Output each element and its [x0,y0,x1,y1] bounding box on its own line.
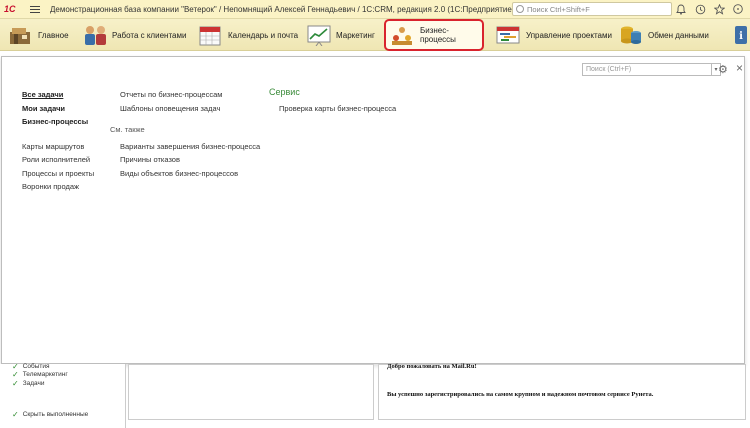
window-title: Демонстрационная база компании "Ветерок"… [50,4,515,14]
business-process-icon [390,24,414,46]
panel-search-input[interactable]: Поиск (Ctrl+F) ▾ [582,63,721,76]
check-icon: ✓ [12,410,19,419]
link-my-tasks[interactable]: Мои задачи [22,104,65,113]
section-projects-label: Управление проектами [526,30,612,40]
history-icon[interactable] [694,2,706,16]
check-icon: ✓ [12,379,19,388]
section-main[interactable]: Главное [8,21,69,49]
email-body: Вы успешно зарегистрировались на самом к… [387,391,654,398]
link-bp-completion-variants[interactable]: Варианты завершения бизнес-процесса [120,142,260,151]
background-email-preview: Добро пожаловать на Mail.Ru! Вы успешно … [378,363,746,420]
sections-panel: Главное Работа с клиентами Календарь и п… [0,19,750,51]
global-search-input[interactable]: Поиск Ctrl+Shift+F [512,2,672,16]
close-icon[interactable]: × [736,61,743,75]
check-icon: ✓ [12,370,19,379]
info-icon: i [734,24,748,46]
main-icon [8,24,32,46]
business-processes-panel: Поиск (Ctrl+F) ▾ ⚙ × Все задачи Мои зада… [1,56,745,364]
filter-telemarketing-label: Телемаркетинг [22,371,68,378]
clients-icon [82,24,106,46]
link-processes-and-projects[interactable]: Процессы и проекты [22,169,94,178]
link-executor-roles[interactable]: Роли исполнителей [22,155,90,164]
section-main-label: Главное [38,30,69,40]
link-all-tasks[interactable]: Все задачи [22,90,63,99]
marketing-icon [306,24,331,47]
filter-events-label: События [22,363,50,370]
search-icon [516,5,524,13]
section-projects[interactable]: Управление проектами [496,21,612,49]
link-refusal-reasons[interactable]: Причины отказов [120,155,180,164]
title-bar: 1С Демонстрационная база компании "Ветер… [0,0,750,19]
filter-hide-completed-label: Скрыть выполненные [22,411,89,418]
filter-hide-completed[interactable]: ✓ Скрыть выполненные [12,410,88,419]
filter-telemarketing[interactable]: ✓ Телемаркетинг [12,370,68,379]
link-business-processes[interactable]: Бизнес-процессы [22,117,88,126]
section-more[interactable]: i [734,21,750,49]
filter-tasks-label: Задачи [22,380,45,387]
global-search-placeholder: Поиск Ctrl+Shift+F [527,4,590,14]
data-exchange-icon [618,24,642,46]
section-business-processes-label: Бизнес-процессы [420,26,456,44]
section-data-exchange-label: Обмен данными [648,30,709,40]
menu-icon[interactable] [30,5,40,13]
service-heading: Сервис [269,87,300,97]
background-list-panel [128,364,374,420]
section-business-processes[interactable]: Бизнес-процессы [384,19,484,51]
section-calendar[interactable]: Календарь и почта [198,21,298,49]
filter-tasks[interactable]: ✓ Задачи [12,379,45,388]
section-clients-label: Работа с клиентами [112,30,187,40]
app-logo: 1С [4,4,16,14]
link-check-bp-map[interactable]: Проверка карты бизнес-процесса [279,104,396,113]
section-calendar-label: Календарь и почта [228,30,299,40]
link-task-notification-templates[interactable]: Шаблоны оповещения задач [120,104,220,113]
section-data-exchange[interactable]: Обмен данными [618,21,709,49]
bell-icon[interactable] [675,2,687,16]
link-route-maps[interactable]: Карты маршрутов [22,142,84,151]
section-clients[interactable]: Работа с клиентами [82,21,186,49]
projects-icon [496,24,520,46]
more-icon[interactable] [732,2,744,16]
link-bp-object-types[interactable]: Виды объектов бизнес-процессов [120,169,238,178]
see-also-label: См. также [110,125,145,134]
section-marketing[interactable]: Маркетинг [306,21,375,49]
svg-text:i: i [739,31,743,42]
panel-search-placeholder: Поиск (Ctrl+F) [586,66,632,73]
link-bp-reports[interactable]: Отчеты по бизнес-процессам [120,90,222,99]
gear-icon[interactable]: ⚙ [718,63,728,76]
background-filter-panel: ✓ События ✓ Телемаркетинг ✓ Задачи ✓ Скрыть … [0,362,126,428]
email-greeting: Добро пожаловать на Mail.Ru! [387,363,477,370]
calendar-icon [198,24,222,46]
star-icon[interactable] [713,2,725,16]
section-marketing-label: Маркетинг [336,30,375,40]
link-sales-funnels[interactable]: Воронки продаж [22,182,79,191]
